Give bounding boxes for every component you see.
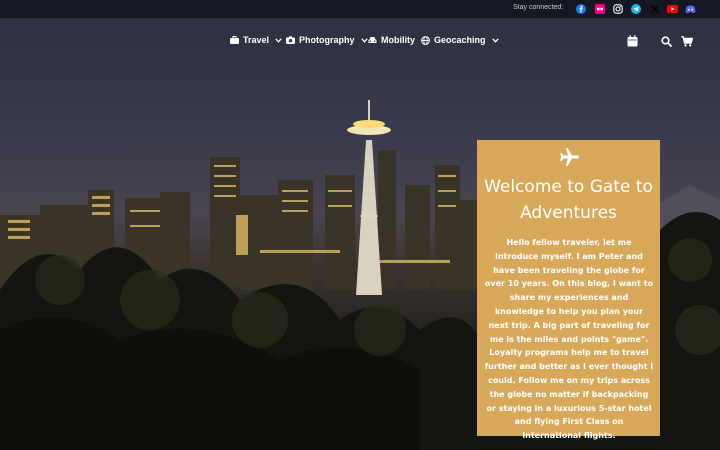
x-icon[interactable]: [649, 3, 661, 15]
stay-connected-label: Stay connected:: [513, 4, 564, 11]
search-icon[interactable]: [661, 34, 675, 48]
nav-item-photography[interactable]: Photography: [286, 35, 368, 45]
nav-item-travel-label: Travel: [243, 35, 270, 45]
youtube-icon[interactable]: [666, 3, 678, 15]
welcome-text: Hello fellow traveler, let me introduce …: [484, 238, 654, 441]
main-nav: Travel Photography Mobility Geocaching: [0, 35, 720, 49]
telegram-icon[interactable]: [630, 3, 642, 15]
instagram-icon[interactable]: [612, 3, 624, 15]
top-bar: Stay connected:: [0, 0, 720, 18]
welcome-card: Welcome to Gate to Adventures Hello fell…: [477, 140, 660, 440]
flickr-icon[interactable]: [594, 3, 606, 15]
facebook-icon[interactable]: [575, 3, 587, 15]
globe-icon: [421, 35, 430, 45]
suitcase-icon: [230, 36, 239, 44]
nav-item-photography-label: Photography: [299, 35, 355, 45]
nav-item-geocaching[interactable]: Geocaching: [421, 35, 499, 45]
camera-icon: [286, 36, 295, 44]
car-icon: [368, 37, 377, 43]
welcome-title: Welcome to Gate to Adventures: [484, 177, 653, 223]
discord-icon[interactable]: [684, 3, 696, 15]
cart-icon[interactable]: [681, 34, 695, 48]
nav-item-mobility[interactable]: Mobility: [368, 35, 415, 45]
chevron-down-icon: [360, 37, 368, 43]
nav-item-mobility-label: Mobility: [381, 35, 415, 45]
calendar-icon[interactable]: [627, 34, 641, 48]
nav-item-geocaching-label: Geocaching: [434, 35, 486, 45]
chevron-down-icon: [491, 37, 499, 43]
airplane-icon: [560, 148, 579, 166]
chevron-down-icon: [275, 37, 282, 43]
nav-item-travel[interactable]: Travel: [230, 35, 282, 45]
